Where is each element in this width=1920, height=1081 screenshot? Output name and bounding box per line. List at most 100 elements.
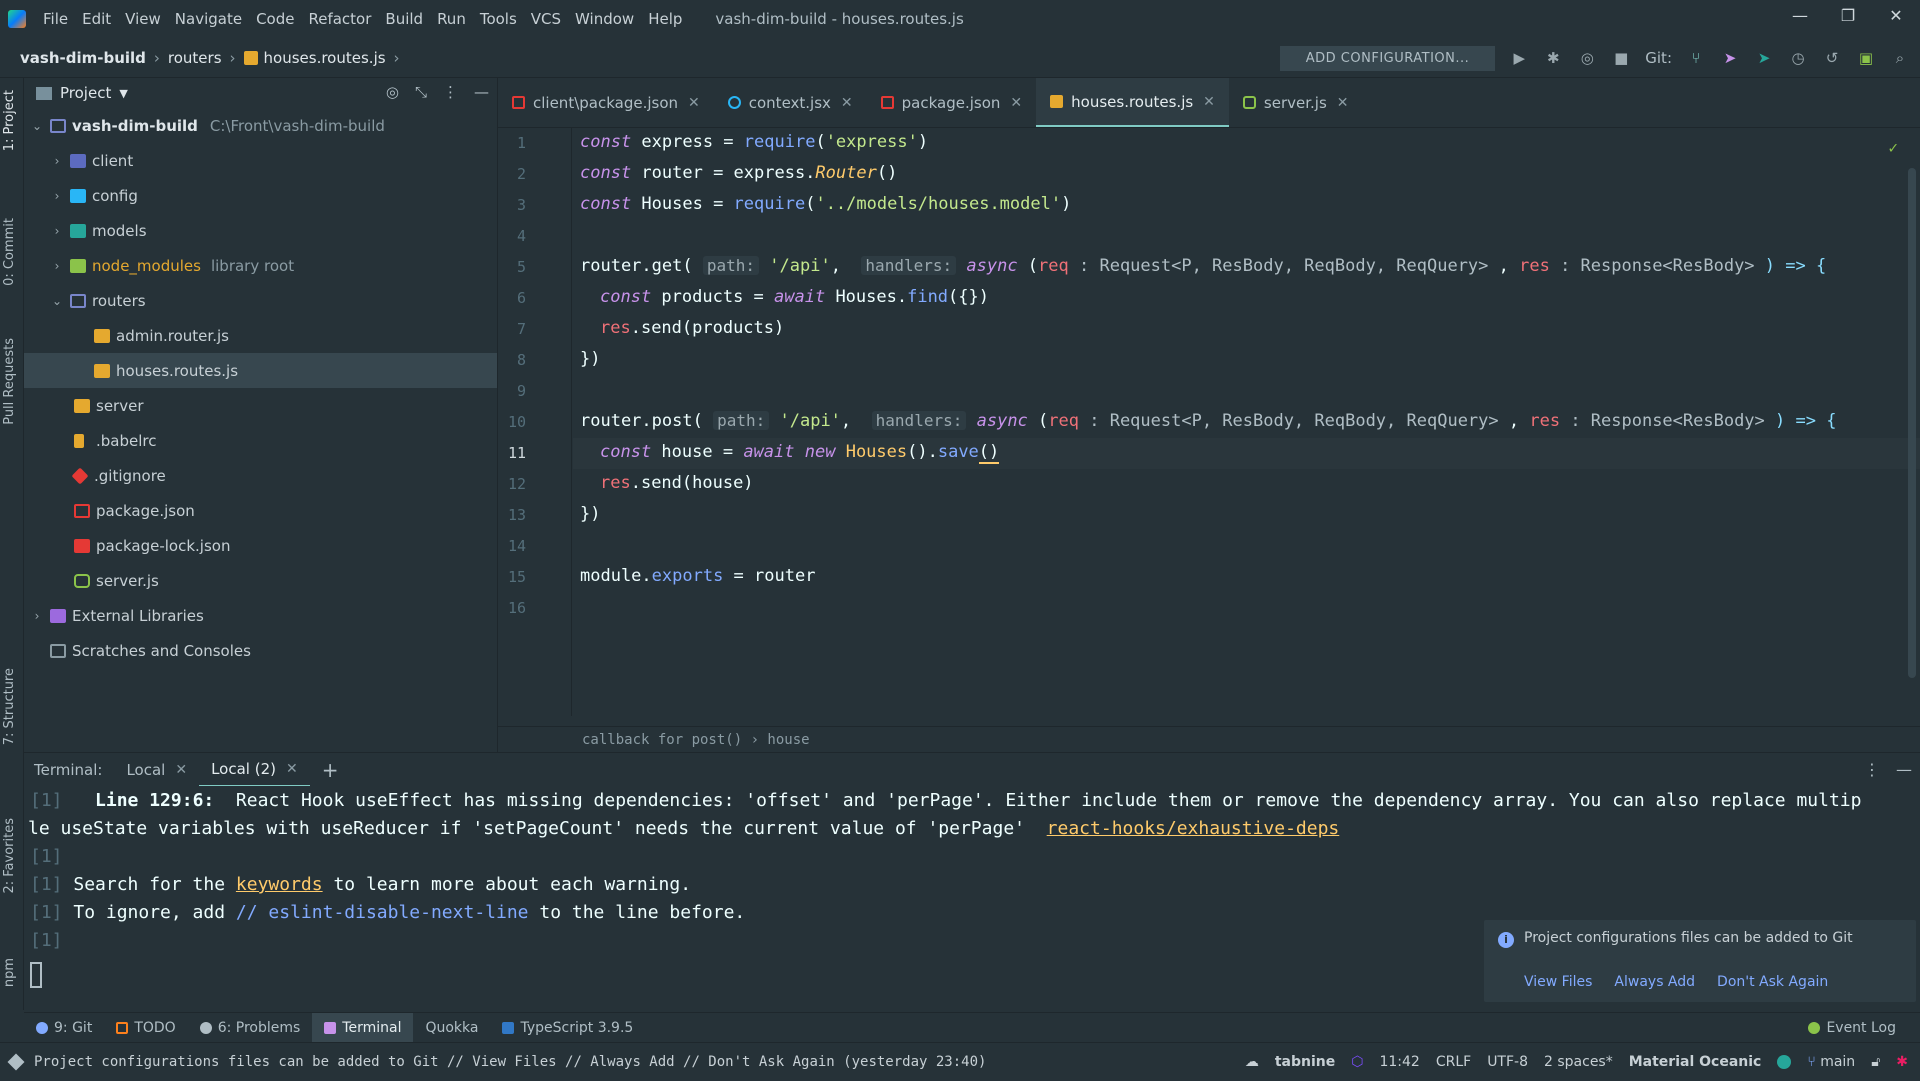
hide-panel-icon[interactable]: —: [474, 83, 489, 101]
cloud-icon[interactable]: ☁: [1245, 1054, 1259, 1070]
file-encoding[interactable]: UTF-8: [1487, 1054, 1528, 1070]
tool-pull-requests-tab[interactable]: Pull Requests: [2, 338, 17, 425]
caret-position[interactable]: 11:42: [1379, 1054, 1419, 1070]
terminal-icon[interactable]: ▣: [1856, 48, 1876, 68]
minimize-button[interactable]: —: [1776, 0, 1824, 32]
close-icon[interactable]: ✕: [175, 762, 187, 778]
status-dot-icon[interactable]: [1777, 1055, 1792, 1069]
chevron-down-icon[interactable]: ▼: [119, 87, 127, 100]
tree-item-server-js[interactable]: server.js: [24, 563, 497, 598]
run-icon[interactable]: ▶: [1509, 48, 1529, 68]
new-terminal-button[interactable]: +: [310, 753, 351, 787]
close-icon[interactable]: ✕: [688, 95, 700, 111]
add-configuration-button[interactable]: ADD CONFIGURATION...: [1279, 45, 1496, 71]
more-options-icon[interactable]: ⋮: [443, 83, 458, 101]
tree-item-gitignore[interactable]: .gitignore: [24, 458, 497, 493]
tool-terminal[interactable]: Terminal: [312, 1012, 414, 1043]
terminal-link[interactable]: react-hooks/exhaustive-deps: [1047, 818, 1340, 839]
menu-vcs[interactable]: VCS: [524, 10, 568, 28]
tree-item-babelrc[interactable]: .babelrc: [24, 423, 497, 458]
editor-breadcrumb[interactable]: callback for post() › house: [498, 726, 1920, 752]
menu-file[interactable]: File: [36, 10, 75, 28]
tool-favorites-tab[interactable]: 2: Favorites: [2, 818, 17, 894]
tool-project-tab[interactable]: 1: Project: [2, 90, 17, 151]
tree-item-admin-router[interactable]: admin.router.js: [24, 318, 497, 353]
close-window-button[interactable]: ✕: [1872, 0, 1920, 32]
tool-problems[interactable]: 6: Problems: [188, 1013, 313, 1043]
no-problems-check-icon[interactable]: ✓: [1888, 138, 1898, 157]
close-icon[interactable]: ✕: [1203, 94, 1215, 110]
search-icon[interactable]: ⌕: [1890, 48, 1910, 68]
history-icon[interactable]: ◷: [1788, 48, 1808, 68]
tool-todo[interactable]: TODO: [104, 1013, 187, 1043]
menu-edit[interactable]: Edit: [75, 10, 118, 28]
tool-npm-tab[interactable]: npm: [2, 958, 17, 987]
bug-icon[interactable]: ✱: [1896, 1054, 1908, 1070]
coverage-icon[interactable]: ◎: [1577, 48, 1597, 68]
tab-server-js[interactable]: server.js ✕: [1229, 78, 1363, 127]
view-files-link[interactable]: View Files: [1524, 974, 1592, 990]
breadcrumb-project[interactable]: vash-dim-build: [20, 49, 146, 67]
tree-item-routers[interactable]: ⌄ routers: [24, 283, 497, 318]
tab-houses-routes-js[interactable]: houses.routes.js ✕: [1036, 78, 1229, 127]
close-icon[interactable]: ✕: [841, 95, 853, 111]
tree-item-config[interactable]: › config: [24, 178, 497, 213]
terminal-link[interactable]: keywords: [236, 874, 323, 895]
tool-typescript[interactable]: TypeScript 3.9.5: [490, 1013, 645, 1043]
tab-client-package-json[interactable]: client\package.json ✕: [498, 78, 714, 127]
tree-item-houses-routes[interactable]: houses.routes.js: [24, 353, 497, 388]
menu-navigate[interactable]: Navigate: [168, 10, 249, 28]
stop-icon[interactable]: ■: [1611, 48, 1631, 68]
tab-package-json[interactable]: package.json ✕: [867, 78, 1037, 127]
tree-item-node-modules[interactable]: › node_modules library root: [24, 248, 497, 283]
tree-item-client[interactable]: › client: [24, 143, 497, 178]
locate-icon[interactable]: ◎: [386, 83, 399, 101]
menu-code[interactable]: Code: [249, 10, 301, 28]
terminal-tab-local-2[interactable]: Local (2) ✕: [199, 753, 310, 787]
tool-quokka[interactable]: Quokka: [413, 1013, 490, 1043]
code-editor[interactable]: 1 2 3 4 5 6 7 8 9 10 11 12 13 14 15 16 c…: [498, 128, 1920, 716]
tree-item-package-lock[interactable]: package-lock.json: [24, 528, 497, 563]
git-branch-icon[interactable]: ⑂: [1686, 48, 1706, 68]
close-icon[interactable]: ✕: [1337, 95, 1349, 111]
menu-refactor[interactable]: Refactor: [301, 10, 378, 28]
tabnine-status[interactable]: tabnine: [1275, 1054, 1335, 1070]
menu-tools[interactable]: Tools: [473, 10, 524, 28]
git-branch-status[interactable]: ⑂ main: [1807, 1054, 1855, 1070]
close-icon[interactable]: ✕: [1010, 95, 1022, 111]
always-add-link[interactable]: Always Add: [1614, 974, 1695, 990]
menu-build[interactable]: Build: [378, 10, 430, 28]
tree-item-models[interactable]: › models: [24, 213, 497, 248]
tree-item-external-libraries[interactable]: › External Libraries: [24, 598, 497, 633]
dont-ask-again-link[interactable]: Don't Ask Again: [1717, 974, 1828, 990]
tree-item-scratches[interactable]: Scratches and Consoles: [24, 633, 497, 668]
status-message[interactable]: Project configurations files can be adde…: [34, 1054, 986, 1070]
menu-run[interactable]: Run: [430, 10, 473, 28]
restore-button[interactable]: ❐: [1824, 0, 1872, 32]
breadcrumb-file[interactable]: houses.routes.js: [243, 49, 386, 67]
git-commit-icon[interactable]: ➤: [1720, 48, 1740, 68]
hide-panel-icon[interactable]: —: [1896, 760, 1912, 779]
breadcrumb-folder[interactable]: routers: [168, 49, 222, 67]
menu-view[interactable]: View: [118, 10, 168, 28]
tool-structure-tab[interactable]: 7: Structure: [2, 668, 17, 745]
event-log-button[interactable]: Event Log: [1808, 1013, 1896, 1043]
terminal-tab-local[interactable]: Local ✕: [114, 753, 199, 787]
tab-context-jsx[interactable]: context.jsx ✕: [714, 78, 867, 127]
menu-window[interactable]: Window: [568, 10, 641, 28]
debug-icon[interactable]: ✱: [1543, 48, 1563, 68]
editor-scrollbar[interactable]: [1908, 168, 1916, 678]
rollback-icon[interactable]: ↺: [1822, 48, 1842, 68]
project-view-selector[interactable]: Project: [60, 84, 111, 102]
git-push-icon[interactable]: ➤: [1754, 48, 1774, 68]
tool-commit-tab[interactable]: 0: Commit: [2, 218, 17, 286]
theme-name[interactable]: Material Oceanic: [1629, 1054, 1762, 1070]
line-separator[interactable]: CRLF: [1436, 1054, 1471, 1070]
tree-item-package-json[interactable]: package.json: [24, 493, 497, 528]
indent-settings[interactable]: 2 spaces*: [1544, 1054, 1613, 1070]
tool-git[interactable]: 9: Git: [24, 1013, 104, 1043]
tree-root[interactable]: ⌄ vash-dim-build C:\Front\vash-dim-build: [24, 108, 497, 143]
collapse-all-icon[interactable]: ⤡: [415, 83, 427, 101]
menu-help[interactable]: Help: [641, 10, 689, 28]
close-icon[interactable]: ✕: [286, 761, 298, 777]
